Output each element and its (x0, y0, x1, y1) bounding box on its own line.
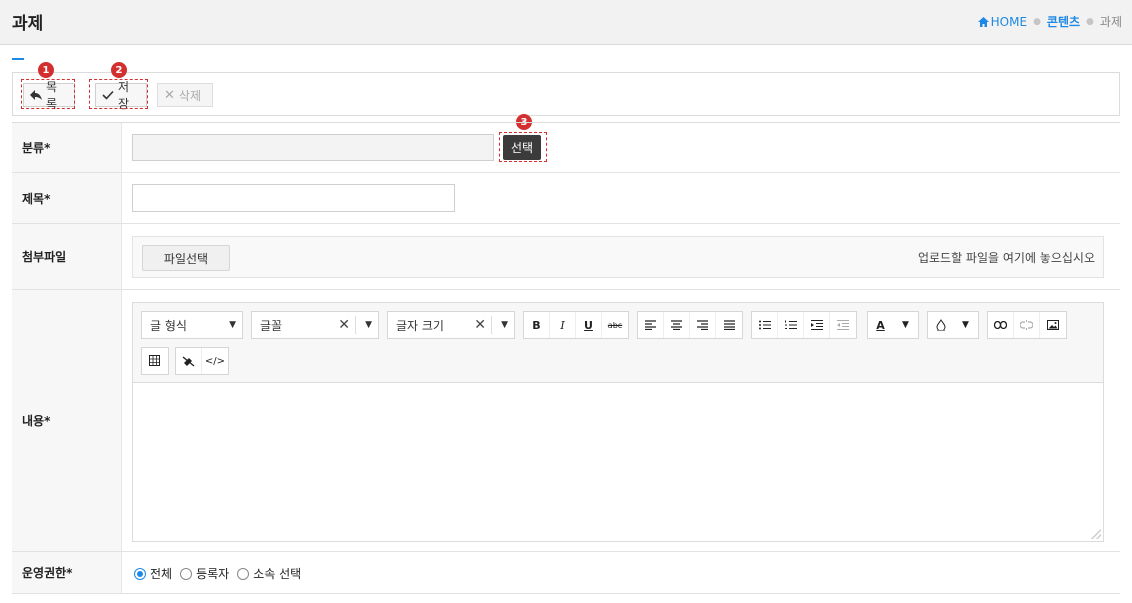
assignment-form: 분류* 선택 제목* 첨부파일 파일선택 업로드할 파일을 여기에 놓으십시오 … (12, 122, 1120, 594)
permission-radio-all[interactable] (134, 567, 146, 580)
permission-radio-group: 전체 등록자 소속 선택 (134, 565, 301, 582)
font-select[interactable]: 글꼴 ✕ ▼ (251, 311, 379, 339)
editor-content-area[interactable] (133, 384, 1103, 541)
size-select[interactable]: 글자 크기 ✕ ▼ (387, 311, 515, 339)
breadcrumb-home[interactable]: HOME (977, 14, 1028, 29)
permission-label: 운영권한* (12, 552, 122, 593)
tools-group: </> (175, 347, 229, 375)
clear-icon[interactable]: ✕ (474, 317, 486, 333)
home-icon (977, 16, 989, 27)
table-icon[interactable] (142, 348, 168, 374)
align-center-icon[interactable] (664, 312, 690, 338)
resize-handle-icon[interactable] (1091, 529, 1101, 539)
annotation-badge-1: 1 (38, 62, 54, 78)
dropzone-hint: 업로드할 파일을 여기에 놓으십시오 (917, 251, 1095, 265)
breadcrumb-current: 과제 (1099, 15, 1122, 29)
insert-group (987, 311, 1067, 339)
attachment-row: 첨부파일 파일선택 업로드할 파일을 여기에 놓으십시오 (12, 224, 1120, 290)
outdent-icon[interactable] (830, 312, 856, 338)
close-icon: ✕ (164, 87, 175, 103)
table-group (141, 347, 169, 375)
align-left-icon[interactable] (638, 312, 664, 338)
delete-button-label: 삭제 (178, 88, 201, 103)
editor-toolbar: 글 형식 ▼ 글꼴 ✕ ▼ 글자 크기 ✕ ▼ B I U abc A ▼ ▼ … (133, 303, 1103, 383)
category-select-button[interactable]: 선택 (503, 135, 541, 160)
bold-button[interactable]: B (524, 312, 550, 338)
file-dropzone[interactable]: 파일선택 업로드할 파일을 여기에 놓으십시오 (132, 236, 1104, 278)
title-label: 제목* (12, 173, 122, 223)
text-style-group: B I U abc (523, 311, 629, 339)
breadcrumb-separator-icon: ● (1086, 16, 1094, 27)
title-row: 제목* (12, 173, 1120, 224)
title-input[interactable] (132, 184, 455, 212)
action-toolbar: 목록 저장 ✕ 삭제 (12, 72, 1120, 116)
numbered-list-icon[interactable] (778, 312, 804, 338)
caret-down-icon[interactable]: ▼ (953, 312, 978, 338)
section-accent-line (12, 58, 24, 60)
size-select-label: 글자 크기 (396, 318, 444, 333)
caret-down-icon: ▼ (501, 320, 508, 330)
format-select-label: 글 형식 (150, 318, 187, 333)
category-input[interactable] (132, 134, 494, 161)
breadcrumb: HOME ● 콘텐츠 ● 과제 (977, 13, 1122, 30)
permission-option-label: 등록자 (196, 567, 230, 581)
attachment-label: 첨부파일 (12, 224, 122, 289)
align-justify-icon[interactable] (716, 312, 742, 338)
list-group (751, 311, 857, 339)
breadcrumb-separator-icon: ● (1033, 16, 1041, 27)
strikethrough-button[interactable]: abc (602, 312, 628, 338)
fill-color-icon[interactable] (928, 312, 953, 338)
rich-text-editor: 글 형식 ▼ 글꼴 ✕ ▼ 글자 크기 ✕ ▼ B I U abc A ▼ ▼ … (132, 302, 1104, 542)
clear-format-icon[interactable] (176, 348, 202, 374)
font-color-icon[interactable]: A (868, 312, 893, 338)
permission-row: 운영권한* 전체 등록자 소속 선택 (12, 552, 1120, 594)
content-row: 내용* 글 형식 ▼ 글꼴 ✕ ▼ 글자 크기 ✕ ▼ B I U abc A … (12, 290, 1120, 552)
align-group (637, 311, 743, 339)
link-icon[interactable] (988, 312, 1014, 338)
annotation-box-1 (21, 79, 75, 109)
code-view-icon[interactable]: </> (202, 348, 228, 374)
permission-option-label: 소속 선택 (253, 567, 302, 581)
breadcrumb-section[interactable]: 콘텐츠 (1047, 13, 1080, 30)
clear-icon[interactable]: ✕ (338, 317, 350, 333)
content-label: 내용* (12, 290, 122, 551)
page-title: 과제 (12, 14, 44, 34)
permission-radio-affiliation[interactable] (237, 567, 250, 580)
delete-button[interactable]: ✕ 삭제 (157, 83, 213, 107)
font-select-label: 글꼴 (260, 318, 283, 333)
caret-down-icon: ▼ (229, 320, 236, 330)
bullet-list-icon[interactable] (752, 312, 778, 338)
caret-down-icon[interactable]: ▼ (893, 312, 918, 338)
page-header: 과제 HOME ● 콘텐츠 ● 과제 (0, 0, 1132, 45)
annotation-box-2 (89, 79, 148, 109)
category-label: 분류* (12, 123, 122, 172)
font-color-group[interactable]: A ▼ (867, 311, 919, 339)
format-select[interactable]: 글 형식 ▼ (141, 311, 243, 339)
file-select-button[interactable]: 파일선택 (142, 245, 230, 271)
category-row: 분류* 선택 (12, 123, 1120, 173)
indent-icon[interactable] (804, 312, 830, 338)
permission-option-label: 전체 (150, 567, 173, 581)
unlink-icon[interactable] (1014, 312, 1040, 338)
caret-down-icon: ▼ (365, 320, 372, 330)
annotation-badge-2: 2 (111, 62, 127, 78)
breadcrumb-home-label: HOME (990, 14, 1028, 29)
bg-color-group[interactable]: ▼ (927, 311, 979, 339)
permission-radio-registrant[interactable] (180, 567, 193, 580)
italic-button[interactable]: I (550, 312, 576, 338)
underline-button[interactable]: U (576, 312, 602, 338)
align-right-icon[interactable] (690, 312, 716, 338)
image-icon[interactable] (1040, 312, 1066, 338)
